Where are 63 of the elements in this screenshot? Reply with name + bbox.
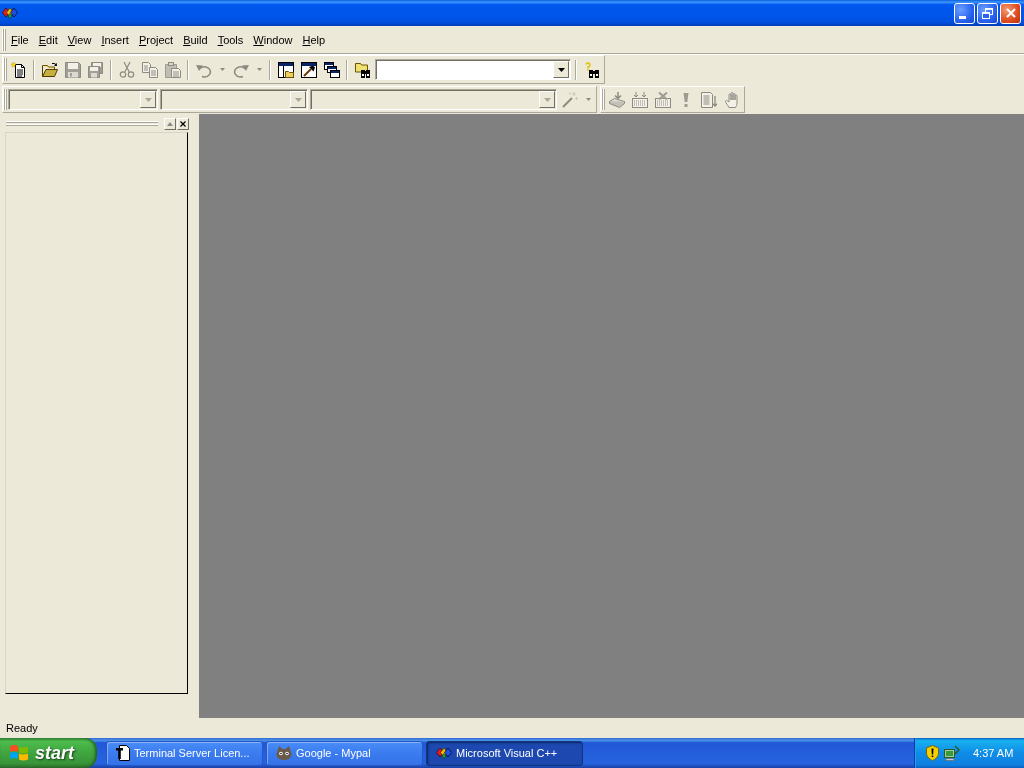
exclamation-icon	[682, 91, 689, 108]
caret-icon	[557, 67, 565, 72]
menu-item[interactable]: Tools	[212, 31, 249, 48]
stacked-floppies-icon	[87, 61, 104, 78]
menu-item[interactable]: Edit	[33, 31, 63, 48]
pane-grip[interactable]	[6, 121, 158, 126]
grid-cross-icon	[654, 91, 671, 108]
cascaded-windows-icon	[323, 61, 340, 78]
menu-item[interactable]: Help	[297, 31, 331, 48]
taskbar-button[interactable]: Microsoft Visual C++	[426, 740, 583, 766]
restore-icon	[982, 7, 993, 19]
menu-item[interactable]: View	[62, 31, 97, 48]
grip-handle[interactable]	[2, 28, 6, 51]
close-icon	[1005, 8, 1016, 18]
animal-face-icon	[276, 746, 292, 760]
computer-icon[interactable]	[944, 745, 960, 761]
dropdown-button[interactable]	[553, 61, 569, 78]
caret-icon	[543, 97, 551, 102]
document-icon	[116, 745, 130, 761]
binoculars-icon	[583, 61, 600, 78]
minimize-icon	[959, 15, 966, 19]
pane-toggle-button[interactable]	[164, 117, 176, 130]
caret-icon	[144, 97, 152, 102]
caret-icon	[219, 68, 225, 71]
copy-pages-icon	[141, 61, 158, 78]
clipboard-icon	[164, 61, 181, 78]
grip-handle[interactable]	[3, 89, 7, 110]
status-text: Ready	[6, 722, 38, 734]
window-folder-icon	[277, 61, 294, 78]
caret-icon	[256, 68, 262, 71]
menu-item[interactable]: Insert	[96, 31, 134, 48]
app-icon	[436, 747, 452, 759]
warning-shield-icon[interactable]	[926, 745, 939, 761]
menu-item[interactable]: File	[6, 31, 34, 48]
pane-close-button[interactable]	[177, 117, 189, 130]
app-icon	[2, 7, 18, 19]
grip-handle[interactable]	[601, 89, 605, 110]
minimize-button[interactable]	[954, 2, 975, 24]
clock: 4:37 AM	[973, 747, 1014, 759]
grid-arrows-icon	[631, 91, 648, 108]
menu-item[interactable]: Build	[178, 31, 213, 48]
hand-icon	[724, 91, 739, 108]
magic-wand-icon	[561, 91, 578, 108]
new-document-icon	[10, 61, 27, 78]
grip-handle[interactable]	[3, 58, 7, 81]
tray-arrow-icon	[608, 91, 625, 108]
menu-item[interactable]: Project	[133, 31, 179, 48]
caret-icon	[294, 97, 302, 102]
menu-item[interactable]: Window	[248, 31, 298, 48]
folder-binoculars-icon	[354, 61, 371, 78]
scissors-icon	[118, 61, 135, 78]
restore-button[interactable]	[977, 2, 998, 24]
document-arrow-icon	[700, 91, 717, 108]
window-hammer-icon	[300, 61, 317, 78]
windows-flag-icon	[9, 744, 29, 762]
caret-icon	[585, 98, 591, 101]
taskbar-button[interactable]: Google - Mypal	[266, 740, 423, 766]
close-icon	[180, 120, 186, 127]
open-folder-icon	[41, 61, 58, 78]
taskbar-button[interactable]: Terminal Server Licen...	[106, 740, 263, 766]
close-button[interactable]	[1000, 2, 1021, 24]
combo-box[interactable]	[375, 59, 571, 80]
triangle-up-icon	[167, 121, 173, 126]
